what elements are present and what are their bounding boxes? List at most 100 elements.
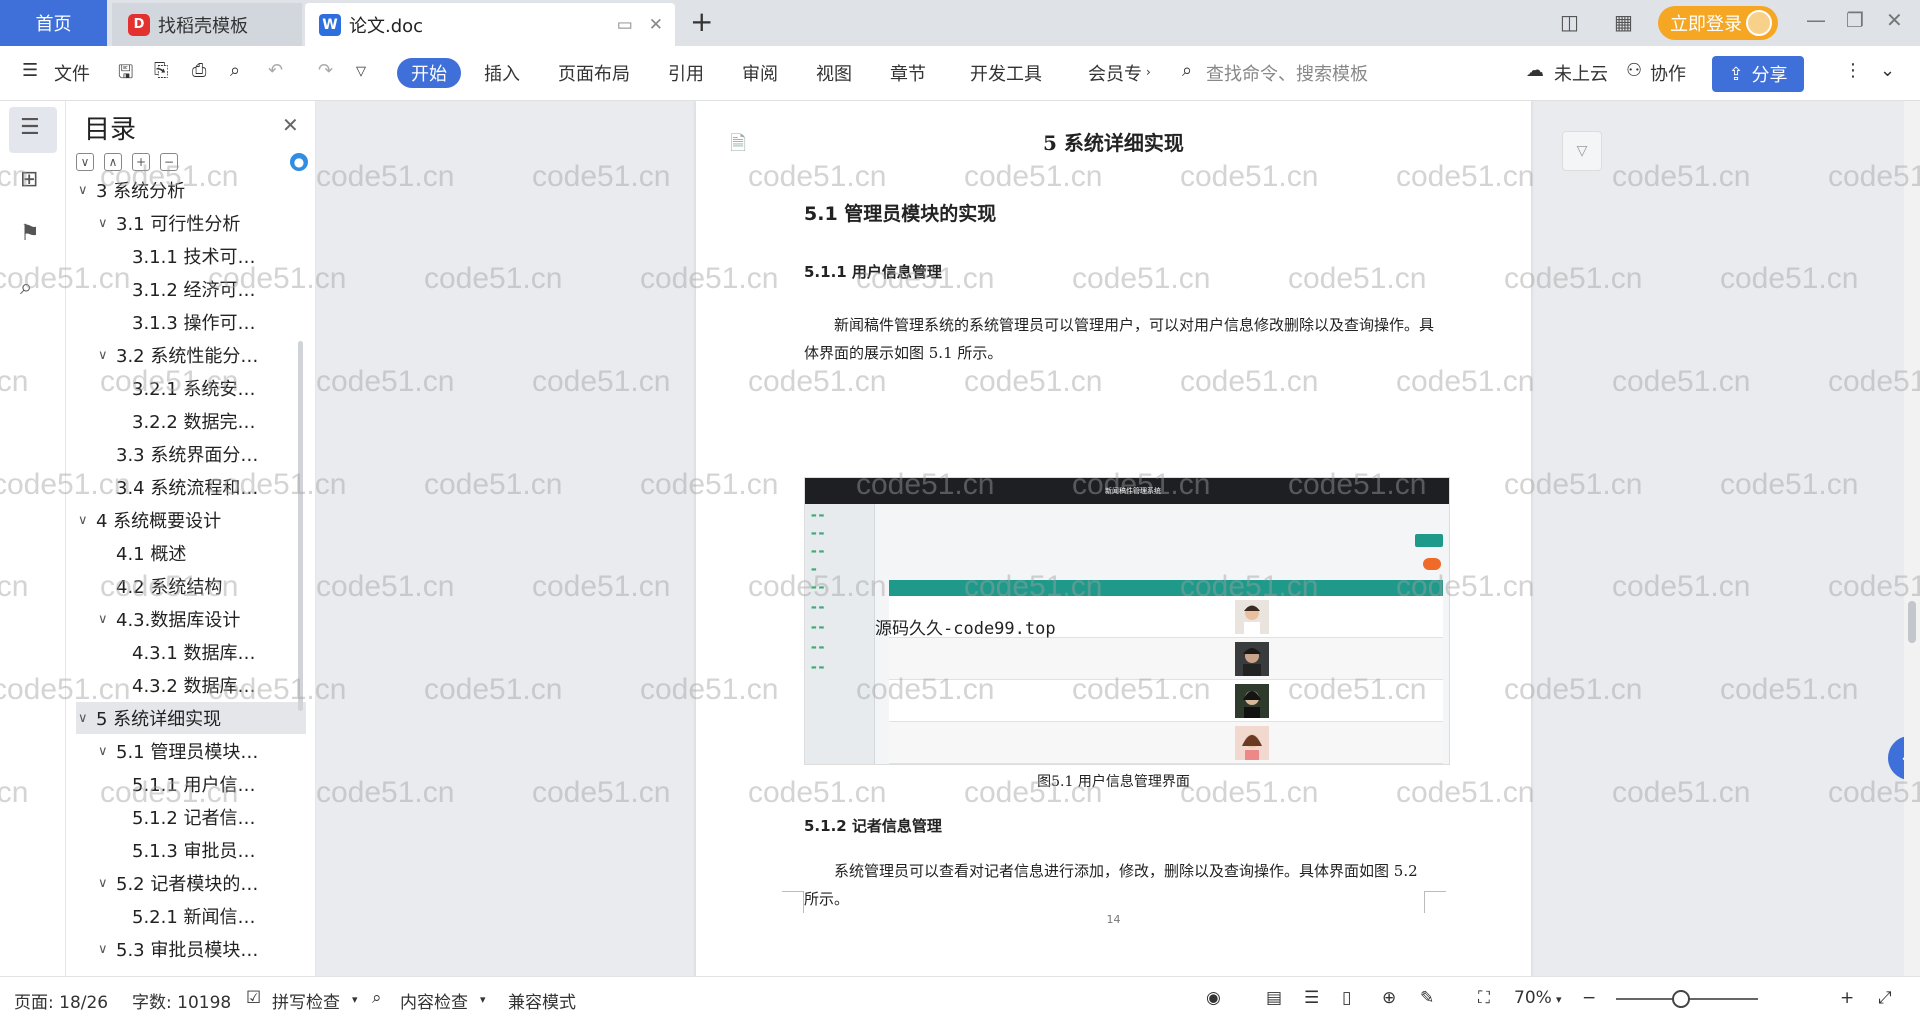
- tab-reference[interactable]: 引用: [668, 60, 704, 86]
- outline-view-icon[interactable]: ☰: [1304, 988, 1319, 1008]
- scrollbar-thumb[interactable]: [1908, 601, 1916, 643]
- apps-grid-icon[interactable]: ▦: [1614, 10, 1633, 34]
- toc-item[interactable]: 5.1.2 记者信…: [126, 802, 256, 832]
- monitor-icon[interactable]: ▭: [617, 15, 633, 35]
- zoom-out-icon[interactable]: −: [1582, 988, 1596, 1008]
- cloud-status[interactable]: 未上云: [1554, 60, 1608, 86]
- toc-item[interactable]: 4.3.1 数据库…: [126, 637, 256, 667]
- reading-view-icon[interactable]: ▯: [1342, 988, 1351, 1008]
- paragraph-1[interactable]: 新闻稿件管理系统的系统管理员可以管理用户，可以对用户信息修改删除以及查询操作。具…: [804, 311, 1434, 367]
- toc-icon[interactable]: ☰: [20, 115, 40, 140]
- toc-item[interactable]: 4.3.2 数据库…: [126, 670, 256, 700]
- command-search-input[interactable]: 查找命令、搜索模板: [1206, 60, 1368, 86]
- bookmark-icon[interactable]: ⚑: [20, 221, 40, 246]
- chevron-down-icon[interactable]: ∨: [78, 183, 96, 198]
- filter-icon[interactable]: ▽: [1562, 131, 1602, 171]
- zoom-dropdown-icon[interactable]: ▾: [1556, 993, 1562, 1006]
- close-icon[interactable]: ✕: [282, 113, 299, 137]
- toc-item[interactable]: 3.1.3 操作可…: [126, 307, 256, 337]
- toc-item[interactable]: 5.1.3 审批员…: [126, 835, 256, 865]
- toc-scrollbar[interactable]: [298, 341, 303, 711]
- subsection-heading-1[interactable]: 5.1.1 用户信息管理: [804, 261, 942, 282]
- export-icon[interactable]: ⎘: [154, 60, 168, 81]
- login-button[interactable]: 立即登录: [1658, 6, 1778, 40]
- toc-item[interactable]: 5.2.1 新闻信…: [126, 901, 256, 931]
- toc-item[interactable]: ∨ 5 系统详细实现: [78, 703, 221, 733]
- collapse-all-icon[interactable]: ∨: [76, 153, 94, 171]
- print-preview-icon[interactable]: ⌕: [230, 60, 240, 81]
- chevron-down-icon[interactable]: ∨: [98, 942, 116, 957]
- toc-item[interactable]: ∨ 3.1 可行性分析: [98, 208, 240, 238]
- zoom-slider-knob[interactable]: [1672, 990, 1690, 1008]
- new-tab-button[interactable]: +: [690, 8, 713, 36]
- toc-item[interactable]: ∨ 5.2 记者模块的…: [98, 868, 258, 898]
- toc-item[interactable]: 4.1 概述: [98, 538, 186, 568]
- chevron-down-icon[interactable]: ∨: [98, 348, 116, 363]
- navigation-icon[interactable]: ⊞: [20, 167, 38, 192]
- chevron-down-icon[interactable]: ∨: [78, 711, 96, 726]
- toc-item[interactable]: ∨ 3.2 系统性能分…: [98, 340, 258, 370]
- toc-item[interactable]: 3.2.1 系统安…: [126, 373, 256, 403]
- layout-toggle-icon[interactable]: ◫: [1560, 10, 1579, 34]
- close-tab-icon[interactable]: ✕: [649, 15, 663, 35]
- word-count[interactable]: 字数: 10198: [132, 988, 231, 1013]
- tab-chapter[interactable]: 章节: [890, 60, 926, 86]
- chevron-down-icon[interactable]: ∨: [98, 612, 116, 627]
- toc-item[interactable]: 3.1.1 技术可…: [126, 241, 256, 271]
- edit-mode-icon[interactable]: ✎: [1420, 988, 1434, 1008]
- more-options-icon[interactable]: ⋮: [1844, 60, 1862, 81]
- expand-up-icon[interactable]: ∧: [104, 153, 122, 171]
- eye-protection-icon[interactable]: ◉: [1206, 988, 1221, 1008]
- toc-item[interactable]: ∨ 5.1 管理员模块…: [98, 736, 258, 766]
- web-view-icon[interactable]: ⊕: [1382, 988, 1396, 1008]
- toc-item[interactable]: 5.1.1 用户信…: [126, 769, 256, 799]
- tab-member[interactable]: 会员专: [1088, 60, 1142, 86]
- minimize-icon[interactable]: —: [1806, 8, 1826, 32]
- spell-dropdown-icon[interactable]: ▾: [352, 993, 358, 1006]
- more-tabs-icon[interactable]: ›: [1146, 65, 1151, 79]
- file-menu[interactable]: 文件: [54, 60, 90, 86]
- close-window-icon[interactable]: ✕: [1886, 8, 1903, 32]
- print-icon[interactable]: ⎙: [192, 60, 206, 81]
- find-icon[interactable]: ⌕: [20, 275, 32, 300]
- subsection-heading-2[interactable]: 5.1.2 记者信息管理: [804, 815, 942, 836]
- section-heading[interactable]: 5.1 管理员模块的实现: [804, 199, 996, 226]
- chevron-down-icon[interactable]: ∨: [98, 216, 116, 231]
- tab-template[interactable]: D 找稻壳模板: [112, 3, 302, 46]
- zoom-in-icon[interactable]: +: [1840, 988, 1854, 1008]
- compat-mode[interactable]: 兼容模式: [508, 988, 576, 1013]
- save-icon[interactable]: 🖫: [118, 60, 133, 90]
- fit-page-icon[interactable]: ⛶: [1478, 988, 1490, 1008]
- smart-toc-icon[interactable]: ●: [290, 153, 308, 171]
- document-page[interactable]: 🗎 5 系统详细实现 5.1 管理员模块的实现 5.1.1 用户信息管理 新闻稿…: [696, 101, 1531, 976]
- quick-access-dropdown-icon[interactable]: ▽: [356, 64, 366, 79]
- share-button[interactable]: ⇪ 分享: [1712, 56, 1804, 92]
- redo-icon[interactable]: ↷: [318, 60, 333, 81]
- paragraph-2[interactable]: 系统管理员可以查看对记者信息进行添加，修改，删除以及查询操作。具体界面如图 5.…: [804, 857, 1434, 913]
- remove-heading-icon[interactable]: −: [160, 153, 178, 171]
- tab-start[interactable]: 开始: [397, 58, 461, 88]
- tab-home[interactable]: 首页: [0, 0, 107, 46]
- content-check-dropdown-icon[interactable]: ▾: [480, 993, 486, 1006]
- tab-insert[interactable]: 插入: [484, 60, 520, 86]
- vertical-scrollbar[interactable]: [1904, 101, 1920, 976]
- spell-check-button[interactable]: 拼写检查: [272, 988, 340, 1013]
- toc-item[interactable]: 3.4 系统流程和…: [98, 472, 258, 502]
- add-heading-icon[interactable]: +: [132, 153, 150, 171]
- page-view-icon[interactable]: ▤: [1266, 988, 1282, 1008]
- undo-icon[interactable]: ↶: [268, 60, 283, 81]
- restore-icon[interactable]: ❐: [1846, 8, 1864, 32]
- figure-caption[interactable]: 图5.1 用户信息管理界面: [696, 771, 1531, 791]
- toc-item[interactable]: ∨ 5.3 审批员模块…: [98, 934, 258, 964]
- chevron-down-icon[interactable]: ∨: [98, 744, 116, 759]
- collapse-ribbon-icon[interactable]: ⌄: [1880, 60, 1895, 81]
- chapter-heading[interactable]: 5 系统详细实现: [696, 127, 1531, 156]
- fullscreen-icon[interactable]: ⤢: [1878, 988, 1892, 1008]
- figure-screenshot[interactable]: 新闻稿件管理系统 ▬ ▬ ▬ ▬ ▬ ▬ ▬ ▬ ▬ ▬ ▬ ▬ ▬ ▬ ▬ ▬…: [804, 477, 1450, 765]
- menu-icon[interactable]: ☰: [22, 60, 38, 81]
- toc-item[interactable]: 3.1.2 经济可…: [126, 274, 256, 304]
- tab-view[interactable]: 视图: [816, 60, 852, 86]
- page-indicator[interactable]: 页面: 18/26: [14, 988, 108, 1013]
- toc-item[interactable]: ∨ 4 系统概要设计: [78, 505, 221, 535]
- chevron-down-icon[interactable]: ∨: [78, 513, 96, 528]
